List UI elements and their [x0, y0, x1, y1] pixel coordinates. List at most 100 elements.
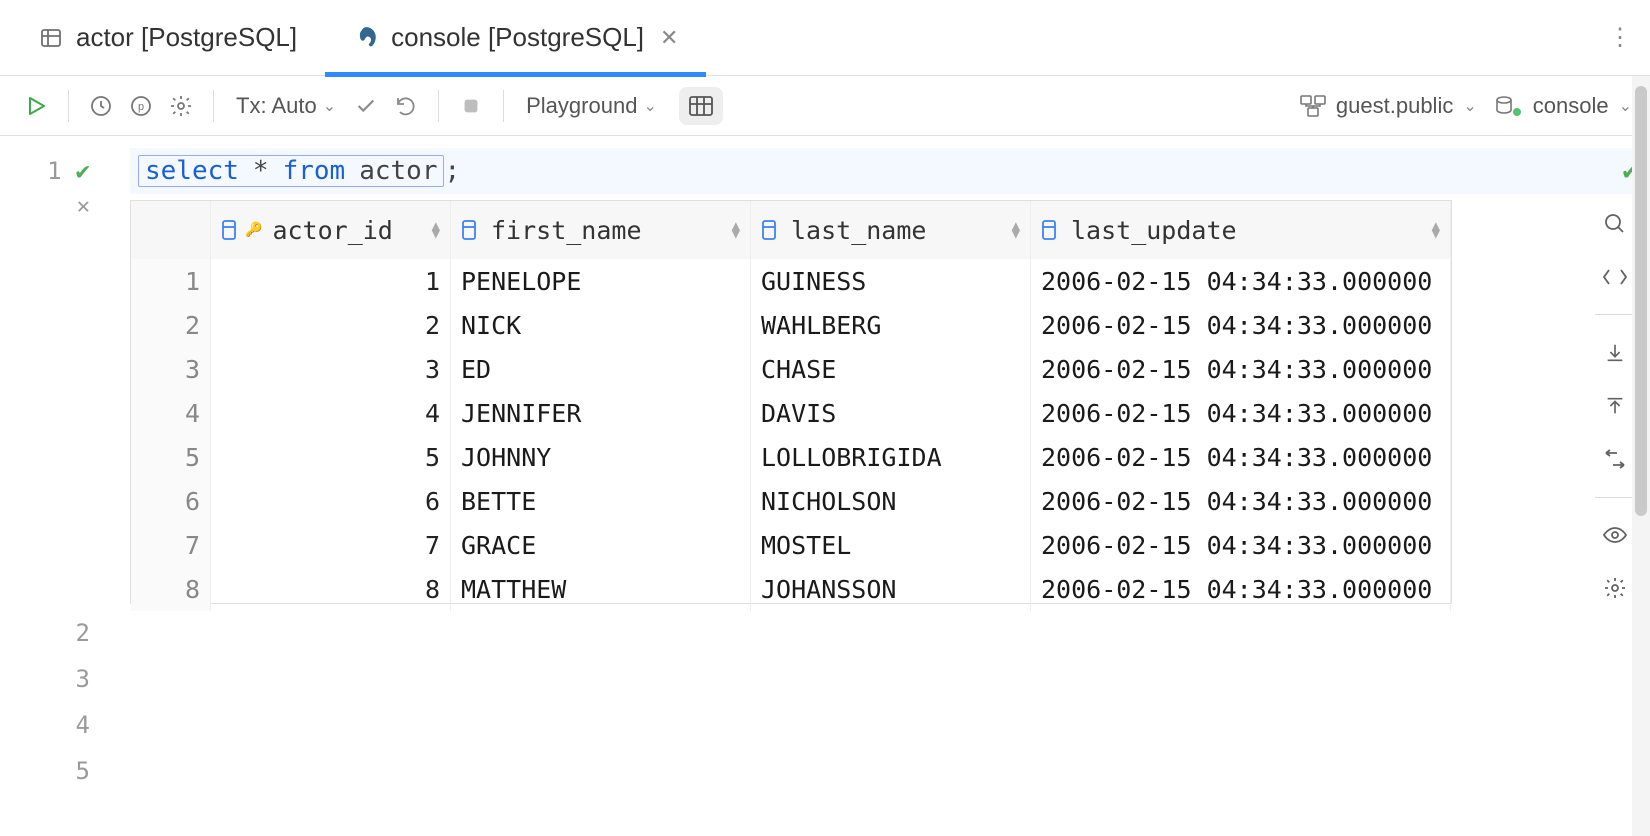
- schema-selector[interactable]: guest.public ⌄: [1300, 93, 1477, 119]
- cell-last-update[interactable]: 2006-02-15 04:34:33.000000: [1031, 347, 1451, 391]
- cell-last-name[interactable]: JOHANSSON: [751, 567, 1031, 611]
- separator: [1595, 314, 1635, 315]
- sql-keyword: from: [283, 156, 346, 186]
- cell-last-update[interactable]: 2006-02-15 04:34:33.000000: [1031, 435, 1451, 479]
- line-number: 3: [76, 665, 90, 693]
- playground-dropdown[interactable]: Playground ⌄: [518, 89, 665, 123]
- in-editor-results-toggle[interactable]: [679, 87, 723, 125]
- playground-label: Playground: [526, 93, 637, 119]
- row-number[interactable]: 5: [131, 435, 211, 479]
- session-selector[interactable]: console ⌄: [1495, 93, 1632, 119]
- chevron-down-icon: ⌄: [643, 96, 656, 116]
- row-number[interactable]: 4: [131, 391, 211, 435]
- line-number: 2: [76, 619, 90, 647]
- tab-actor[interactable]: actor [PostgreSQL]: [10, 0, 325, 76]
- cell-last-name[interactable]: CHASE: [751, 347, 1031, 391]
- cell-actor-id[interactable]: 5: [211, 435, 451, 479]
- cell-actor-id[interactable]: 7: [211, 523, 451, 567]
- cell-last-update[interactable]: 2006-02-15 04:34:33.000000: [1031, 567, 1451, 611]
- tx-mode-dropdown[interactable]: Tx: Auto ⌄: [228, 89, 344, 123]
- column-name: actor_id: [272, 216, 392, 245]
- row-number[interactable]: 1: [131, 259, 211, 303]
- row-number[interactable]: 8: [131, 567, 211, 611]
- sort-icon[interactable]: ▲▼: [732, 222, 740, 238]
- cell-first-name[interactable]: JOHNNY: [451, 435, 751, 479]
- sql-editor[interactable]: select * from actor ; ✔: [130, 148, 1650, 194]
- results-grid[interactable]: 🔑 actor_id ▲▼ first_name ▲▼ last_name: [130, 200, 1452, 604]
- line-number: 1: [47, 157, 61, 185]
- separator: [503, 90, 504, 122]
- explain-plan-icon[interactable]: p: [123, 88, 159, 124]
- cell-first-name[interactable]: ED: [451, 347, 751, 391]
- cell-last-name[interactable]: MOSTEL: [751, 523, 1031, 567]
- toolbar: p Tx: Auto ⌄ Playground ⌄ guest.public ⌄: [0, 76, 1650, 136]
- compare-icon[interactable]: [1597, 444, 1633, 475]
- schema-label: guest.public: [1336, 93, 1453, 119]
- cell-last-update[interactable]: 2006-02-15 04:34:33.000000: [1031, 523, 1451, 567]
- row-number[interactable]: 7: [131, 523, 211, 567]
- column-header-last-update[interactable]: last_update ▲▼: [1031, 201, 1451, 259]
- eye-icon[interactable]: [1597, 520, 1633, 551]
- status-ok-icon: ✔: [76, 157, 90, 185]
- rollback-icon[interactable]: [388, 88, 424, 124]
- sort-icon[interactable]: ▲▼: [432, 222, 440, 238]
- cell-actor-id[interactable]: 6: [211, 479, 451, 523]
- history-icon[interactable]: [83, 88, 119, 124]
- sql-keyword: select: [145, 156, 239, 186]
- cell-first-name[interactable]: PENELOPE: [451, 259, 751, 303]
- sql-token: ;: [444, 156, 460, 186]
- cell-first-name[interactable]: JENNIFER: [451, 391, 751, 435]
- column-header-actor-id[interactable]: 🔑 actor_id ▲▼: [211, 201, 451, 259]
- row-number[interactable]: 2: [131, 303, 211, 347]
- gear-icon[interactable]: [1597, 573, 1633, 604]
- cell-actor-id[interactable]: 3: [211, 347, 451, 391]
- column-header-first-name[interactable]: first_name ▲▼: [451, 201, 751, 259]
- download-icon[interactable]: [1597, 337, 1633, 368]
- postgres-icon: [353, 25, 379, 51]
- cell-first-name[interactable]: MATTHEW: [451, 567, 751, 611]
- cell-last-name[interactable]: WAHLBERG: [751, 303, 1031, 347]
- primary-key-icon: 🔑: [245, 222, 262, 238]
- tab-label: actor [PostgreSQL]: [76, 22, 297, 53]
- cell-first-name[interactable]: GRACE: [451, 523, 751, 567]
- vertical-scrollbar[interactable]: [1632, 76, 1650, 836]
- column-name: last_update: [1071, 216, 1237, 245]
- chevron-down-icon: ⌄: [323, 96, 336, 116]
- close-icon[interactable]: ✕: [660, 25, 678, 51]
- cell-last-name[interactable]: NICHOLSON: [751, 479, 1031, 523]
- row-number[interactable]: 6: [131, 479, 211, 523]
- scrollbar-thumb[interactable]: [1635, 86, 1647, 516]
- cell-actor-id[interactable]: 2: [211, 303, 451, 347]
- cell-first-name[interactable]: BETTE: [451, 479, 751, 523]
- column-header-last-name[interactable]: last_name ▲▼: [751, 201, 1031, 259]
- stop-icon[interactable]: [453, 88, 489, 124]
- cell-first-name[interactable]: NICK: [451, 303, 751, 347]
- tx-mode-label: Tx: Auto: [236, 93, 317, 119]
- run-button[interactable]: [18, 88, 54, 124]
- cell-actor-id[interactable]: 8: [211, 567, 451, 611]
- more-menu-icon[interactable]: ⋮: [1600, 18, 1640, 58]
- ddl-view-icon[interactable]: [1597, 261, 1633, 292]
- line-number: 4: [76, 711, 90, 739]
- table-icon: [38, 25, 64, 51]
- cell-last-update[interactable]: 2006-02-15 04:34:33.000000: [1031, 303, 1451, 347]
- cell-actor-id[interactable]: 1: [211, 259, 451, 303]
- row-number[interactable]: 3: [131, 347, 211, 391]
- cell-last-name[interactable]: DAVIS: [751, 391, 1031, 435]
- cell-last-name[interactable]: GUINESS: [751, 259, 1031, 303]
- row-number-header[interactable]: [131, 201, 211, 259]
- search-icon[interactable]: [1597, 208, 1633, 239]
- collapse-results-icon[interactable]: ✕: [77, 194, 90, 219]
- commit-icon[interactable]: [348, 88, 384, 124]
- upload-icon[interactable]: [1597, 390, 1633, 421]
- cell-last-update[interactable]: 2006-02-15 04:34:33.000000: [1031, 391, 1451, 435]
- cell-last-update[interactable]: 2006-02-15 04:34:33.000000: [1031, 259, 1451, 303]
- sort-icon[interactable]: ▲▼: [1432, 222, 1440, 238]
- cell-last-update[interactable]: 2006-02-15 04:34:33.000000: [1031, 479, 1451, 523]
- cell-actor-id[interactable]: 4: [211, 391, 451, 435]
- settings-icon[interactable]: [163, 88, 199, 124]
- cell-last-name[interactable]: LOLLOBRIGIDA: [751, 435, 1031, 479]
- sort-icon[interactable]: ▲▼: [1012, 222, 1020, 238]
- svg-text:p: p: [138, 101, 144, 113]
- tab-console[interactable]: console [PostgreSQL] ✕: [325, 0, 706, 76]
